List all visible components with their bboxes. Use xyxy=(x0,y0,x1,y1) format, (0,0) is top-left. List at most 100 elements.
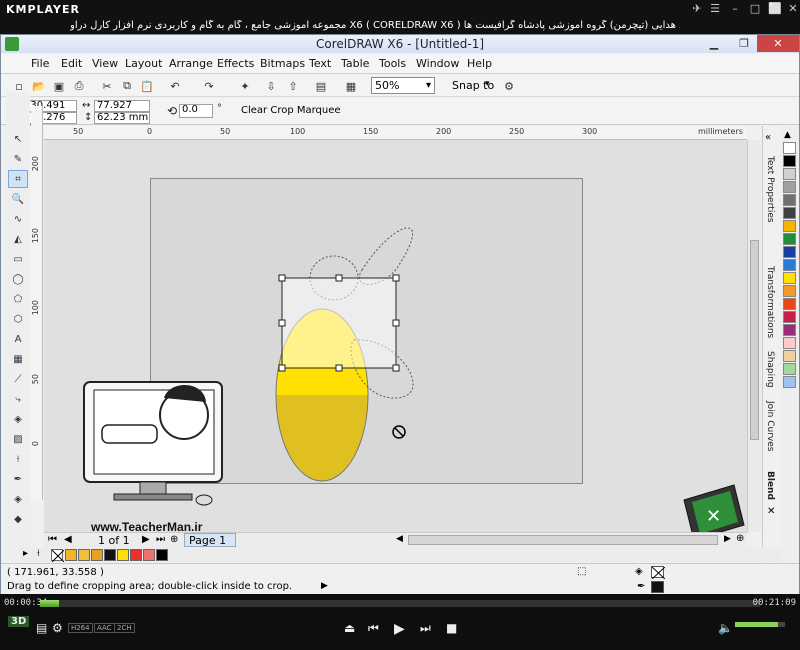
basic-shapes-icon[interactable]: ⬡ xyxy=(8,310,28,328)
palette-swatch[interactable] xyxy=(783,207,796,219)
palette-swatch[interactable] xyxy=(783,376,796,388)
vertical-scrollbar[interactable] xyxy=(747,140,761,532)
palette-swatch[interactable] xyxy=(783,194,796,206)
player-restore-button[interactable]: □ xyxy=(746,2,764,16)
zoom-level-select[interactable]: 50% xyxy=(371,77,435,94)
palette-swatch[interactable] xyxy=(783,142,796,154)
table-tool-icon[interactable]: ▦ xyxy=(8,350,28,368)
copy-icon[interactable]: ⧉ xyxy=(119,78,135,94)
volume-icon[interactable]: 🔈 xyxy=(718,621,733,635)
welcome-screen-icon[interactable]: ▦ xyxy=(343,78,359,94)
collapse-dockers-icon[interactable]: « xyxy=(765,132,771,143)
export-icon[interactable]: ⇧ xyxy=(285,78,301,94)
outline-color-swatch[interactable] xyxy=(651,581,664,593)
document-palette-swatch[interactable] xyxy=(130,549,142,561)
document-palette-swatch[interactable] xyxy=(65,549,77,561)
palette-swatch[interactable] xyxy=(783,259,796,271)
palette-swatch[interactable] xyxy=(783,155,796,167)
volume-slider[interactable] xyxy=(735,622,785,627)
previous-page-icon[interactable]: ◀ xyxy=(64,534,72,545)
angle-field[interactable]: 0.0 xyxy=(179,104,213,118)
crop-marquee[interactable] xyxy=(281,277,397,369)
menu-view[interactable]: View xyxy=(92,57,118,70)
freehand-tool-icon[interactable]: ∿ xyxy=(8,210,28,228)
eyedropper-icon[interactable]: ⟊ xyxy=(37,548,40,559)
palette-options-icon[interactable]: ▸ xyxy=(23,548,28,559)
options-icon[interactable]: ⚙ xyxy=(501,78,517,94)
pin-icon[interactable]: ✈ xyxy=(688,2,706,16)
palette-swatch[interactable] xyxy=(783,324,796,336)
palette-swatch[interactable] xyxy=(783,311,796,323)
menu-edit[interactable]: Edit xyxy=(61,57,82,70)
menu-tools[interactable]: Tools xyxy=(379,57,406,70)
palette-swatch[interactable] xyxy=(783,337,796,349)
eject-icon[interactable]: ⏏ xyxy=(344,621,355,635)
undo-icon[interactable]: ↶ xyxy=(167,78,183,94)
rectangle-tool-icon[interactable]: ▭ xyxy=(8,250,28,268)
height-field[interactable]: 62.23 mm xyxy=(94,112,150,124)
seek-bar[interactable] xyxy=(40,600,760,607)
previous-track-icon[interactable]: ⏮ xyxy=(368,621,379,636)
crop-handle[interactable] xyxy=(392,319,400,327)
crop-handle[interactable] xyxy=(392,274,400,282)
redo-icon[interactable]: ↷ xyxy=(201,78,217,94)
drawing-objects[interactable]: ✕ xyxy=(44,140,747,532)
horizontal-scrollbar[interactable] xyxy=(408,535,718,545)
outline-pen-status-icon[interactable]: ✒ xyxy=(637,581,645,592)
drawing-canvas[interactable]: ✕ www.TeacherMan.ir xyxy=(44,140,747,532)
3d-mode-button[interactable]: 3D xyxy=(8,616,30,627)
hint-arrow-icon[interactable]: ▶ xyxy=(321,581,328,591)
player-close-button[interactable]: ✕ xyxy=(784,2,800,16)
paste-icon[interactable]: 📋 xyxy=(139,78,155,94)
smart-fill-icon[interactable]: ◭ xyxy=(8,230,28,248)
save-icon[interactable]: ▣ xyxy=(51,78,67,94)
polygon-tool-icon[interactable]: ⬠ xyxy=(8,290,28,308)
document-palette-swatch[interactable] xyxy=(117,549,129,561)
palette-swatch[interactable] xyxy=(783,181,796,193)
page-tab-1[interactable]: Page 1 xyxy=(184,533,236,547)
close-button[interactable]: ✕ xyxy=(757,35,799,52)
menu-table[interactable]: Table xyxy=(341,57,369,70)
palette-swatch[interactable] xyxy=(783,168,796,180)
playlist-icon[interactable]: ▤ xyxy=(36,621,47,635)
restore-button[interactable]: ❐ xyxy=(731,35,757,52)
palette-swatch[interactable] xyxy=(783,298,796,310)
color-proof-icon[interactable]: ⬚ xyxy=(577,566,586,577)
document-palette-swatch[interactable] xyxy=(104,549,116,561)
eyedropper-tool-icon[interactable]: ⟊ xyxy=(8,450,28,468)
import-icon[interactable]: ⇩ xyxy=(263,78,279,94)
menu-help[interactable]: Help xyxy=(467,57,492,70)
palette-swatch[interactable] xyxy=(783,272,796,284)
text-tool-icon[interactable]: A xyxy=(8,330,28,348)
menu-text[interactable]: Text xyxy=(309,57,331,70)
player-minimize-button[interactable]: – xyxy=(726,2,744,16)
document-palette-swatch[interactable] xyxy=(91,549,103,561)
cut-icon[interactable]: ✂ xyxy=(99,78,115,94)
crop-handle[interactable] xyxy=(278,274,286,282)
palette-swatch[interactable] xyxy=(783,363,796,375)
chevron-down-icon[interactable]: ▾ xyxy=(485,79,490,89)
application-launcher-icon[interactable]: ▤ xyxy=(313,78,329,94)
palette-scroll-up-icon[interactable]: ▲ xyxy=(784,130,791,140)
vertical-scroll-thumb[interactable] xyxy=(750,240,759,440)
print-icon[interactable]: ⎙ xyxy=(71,78,87,94)
menu-window[interactable]: Window xyxy=(416,57,459,70)
fill-bucket-icon[interactable]: ◈ xyxy=(635,566,643,577)
menu-effects[interactable]: Effects xyxy=(217,57,254,70)
docker-tab-join-curves[interactable]: Join Curves xyxy=(765,401,775,451)
crop-handle[interactable] xyxy=(278,364,286,372)
vertical-ruler[interactable]: 200 150 100 50 0 xyxy=(31,106,43,500)
document-palette-swatch[interactable] xyxy=(156,549,168,561)
palette-swatch[interactable] xyxy=(783,246,796,258)
outline-pen-icon[interactable]: ✒ xyxy=(8,470,28,488)
navigator-icon[interactable]: ⊕ xyxy=(736,533,744,544)
docker-tab-blend[interactable]: Blend xyxy=(765,471,775,500)
last-page-icon[interactable]: ⏭ xyxy=(156,534,165,545)
settings-gear-icon[interactable]: ⚙ xyxy=(52,621,63,635)
docker-tab-shaping[interactable]: Shaping xyxy=(765,351,775,388)
fill-tool-icon[interactable]: ◈ xyxy=(8,490,28,508)
docker-tab-transformations[interactable]: Transformations xyxy=(765,266,775,338)
ellipse-tool-icon[interactable]: ◯ xyxy=(8,270,28,288)
interactive-fill-icon[interactable]: ◆ xyxy=(8,510,28,528)
add-page-icon[interactable]: ⊕ xyxy=(170,534,178,545)
